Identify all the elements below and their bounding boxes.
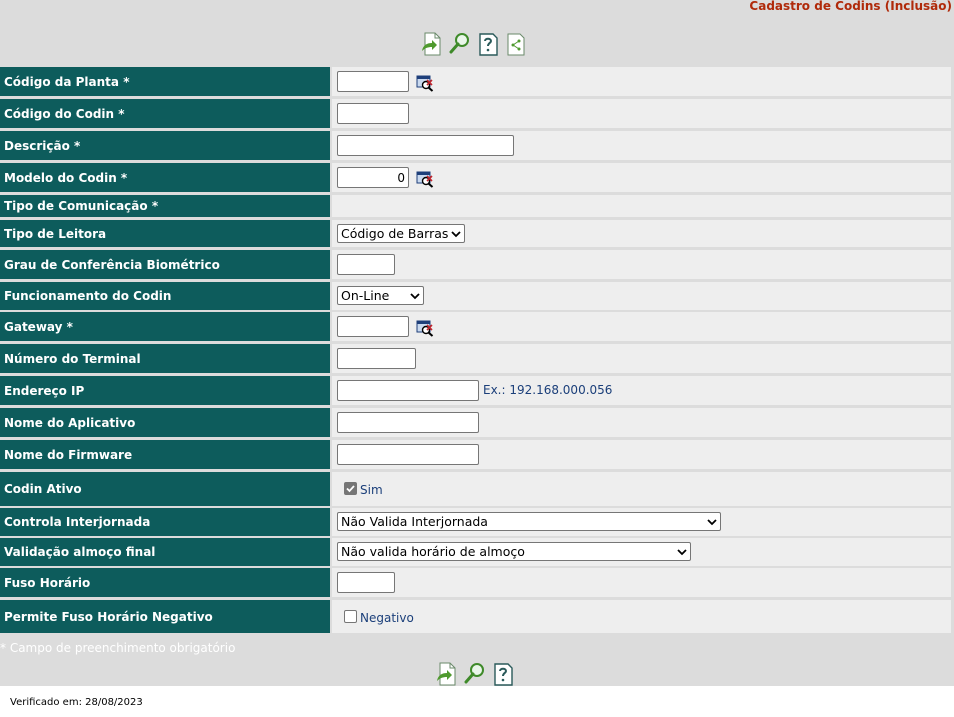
controla-interjornada-selected: Não Valida Interjornada bbox=[341, 514, 488, 529]
lookup-icon[interactable] bbox=[416, 170, 434, 188]
help-icon[interactable] bbox=[477, 32, 499, 56]
fuso-negativo-checkbox-label: Negativo bbox=[360, 611, 414, 625]
ip-hint: Ex.: 192.168.000.056 bbox=[483, 383, 613, 397]
required-footnote: * Campo de preenchimento obrigatório bbox=[0, 641, 236, 655]
row-descricao: Descrição * bbox=[0, 131, 951, 160]
row-tipo-comunicacao: Tipo de Comunicação * bbox=[0, 195, 951, 217]
label-tipo-comunicacao: Tipo de Comunicação * bbox=[0, 195, 330, 217]
codin-ativo-checkbox[interactable] bbox=[344, 482, 357, 495]
controla-interjornada-select[interactable]: Não Valida Interjornada bbox=[337, 512, 721, 531]
row-grau-conferencia: Grau de Conferência Biométrico bbox=[0, 250, 951, 279]
label-grau-conferencia: Grau de Conferência Biométrico bbox=[0, 250, 330, 279]
lookup-icon[interactable] bbox=[416, 319, 434, 337]
modelo-codin-input[interactable] bbox=[337, 167, 409, 188]
help-icon[interactable] bbox=[492, 662, 514, 686]
row-numero-terminal: Número do Terminal bbox=[0, 344, 951, 373]
row-modelo-codin: Modelo do Codin * bbox=[0, 163, 951, 192]
row-codigo-planta: Código da Planta * bbox=[0, 67, 951, 96]
funcionamento-selected: On-Line bbox=[341, 288, 390, 303]
label-funcionamento: Funcionamento do Codin bbox=[0, 282, 330, 310]
codigo-planta-input[interactable] bbox=[337, 71, 409, 92]
tipo-leitora-selected: Código de Barras bbox=[341, 226, 449, 241]
label-modelo-codin: Modelo do Codin * bbox=[0, 163, 330, 192]
label-numero-terminal: Número do Terminal bbox=[0, 344, 330, 373]
numero-terminal-input[interactable] bbox=[337, 348, 416, 369]
row-tipo-leitora: Tipo de Leitora Código de Barras bbox=[0, 220, 951, 247]
label-tipo-leitora: Tipo de Leitora bbox=[0, 220, 330, 247]
save-icon[interactable] bbox=[436, 662, 458, 686]
chevron-down-icon bbox=[707, 518, 717, 525]
label-nome-firmware: Nome do Firmware bbox=[0, 440, 330, 469]
nome-firmware-input[interactable] bbox=[337, 444, 479, 465]
label-codin-ativo: Codin Ativo bbox=[0, 472, 330, 506]
row-codin-ativo: Codin Ativo Sim bbox=[0, 472, 951, 506]
nome-aplicativo-input[interactable] bbox=[337, 412, 479, 433]
label-nome-aplicativo: Nome do Aplicativo bbox=[0, 408, 330, 437]
label-validacao-almoco: Validação almoço final bbox=[0, 538, 330, 566]
chevron-down-icon bbox=[677, 548, 687, 555]
gateway-input[interactable] bbox=[337, 316, 409, 337]
label-fuso-horario: Fuso Horário bbox=[0, 568, 330, 597]
row-funcionamento: Funcionamento do Codin On-Line bbox=[0, 282, 951, 310]
grau-conferencia-input[interactable] bbox=[337, 254, 395, 275]
fuso-negativo-checkbox[interactable] bbox=[344, 610, 357, 623]
export-icon[interactable] bbox=[505, 32, 527, 56]
search-icon[interactable] bbox=[449, 32, 471, 56]
toolbar-bottom bbox=[436, 662, 514, 686]
tipo-leitora-select[interactable]: Código de Barras bbox=[337, 224, 465, 243]
label-fuso-negativo: Permite Fuso Horário Negativo bbox=[0, 600, 330, 633]
row-nome-aplicativo: Nome do Aplicativo bbox=[0, 408, 951, 437]
row-endereco-ip: Endereço IP Ex.: 192.168.000.056 bbox=[0, 376, 951, 405]
chevron-down-icon bbox=[410, 292, 420, 299]
fuso-horario-input[interactable] bbox=[337, 572, 395, 593]
row-controla-interjornada: Controla Interjornada Não Valida Interjo… bbox=[0, 508, 951, 536]
form-page: Cadastro de Codins (Inclusão) Código da … bbox=[0, 0, 954, 686]
row-fuso-horario: Fuso Horário bbox=[0, 568, 951, 597]
verified-date: Verificado em: 28/08/2023 bbox=[10, 697, 143, 708]
validacao-almoco-selected: Não valida horário de almoço bbox=[341, 544, 525, 559]
row-fuso-negativo: Permite Fuso Horário Negativo Negativo bbox=[0, 600, 951, 633]
row-nome-firmware: Nome do Firmware bbox=[0, 440, 951, 469]
check-icon bbox=[346, 485, 355, 493]
label-endereco-ip: Endereço IP bbox=[0, 376, 330, 405]
label-gateway: Gateway * bbox=[0, 312, 330, 341]
label-controla-interjornada: Controla Interjornada bbox=[0, 508, 330, 536]
search-icon[interactable] bbox=[464, 662, 486, 686]
descricao-input[interactable] bbox=[337, 135, 514, 156]
codigo-codin-input[interactable] bbox=[337, 103, 409, 124]
codin-ativo-checkbox-label: Sim bbox=[360, 483, 383, 497]
endereco-ip-input[interactable] bbox=[337, 380, 479, 401]
funcionamento-select[interactable]: On-Line bbox=[337, 286, 424, 305]
lookup-icon[interactable] bbox=[416, 74, 434, 92]
validacao-almoco-select[interactable]: Não valida horário de almoço bbox=[337, 542, 691, 561]
toolbar-top bbox=[421, 32, 527, 56]
save-icon[interactable] bbox=[421, 32, 443, 56]
row-validacao-almoco: Validação almoço final Não valida horári… bbox=[0, 538, 951, 566]
label-codigo-codin: Código do Codin * bbox=[0, 99, 330, 128]
row-codigo-codin: Código do Codin * bbox=[0, 99, 951, 128]
label-codigo-planta: Código da Planta * bbox=[0, 67, 330, 96]
row-gateway: Gateway * bbox=[0, 312, 951, 341]
label-descricao: Descrição * bbox=[0, 131, 330, 160]
chevron-down-icon bbox=[451, 230, 461, 237]
page-title: Cadastro de Codins (Inclusão) bbox=[749, 0, 952, 13]
